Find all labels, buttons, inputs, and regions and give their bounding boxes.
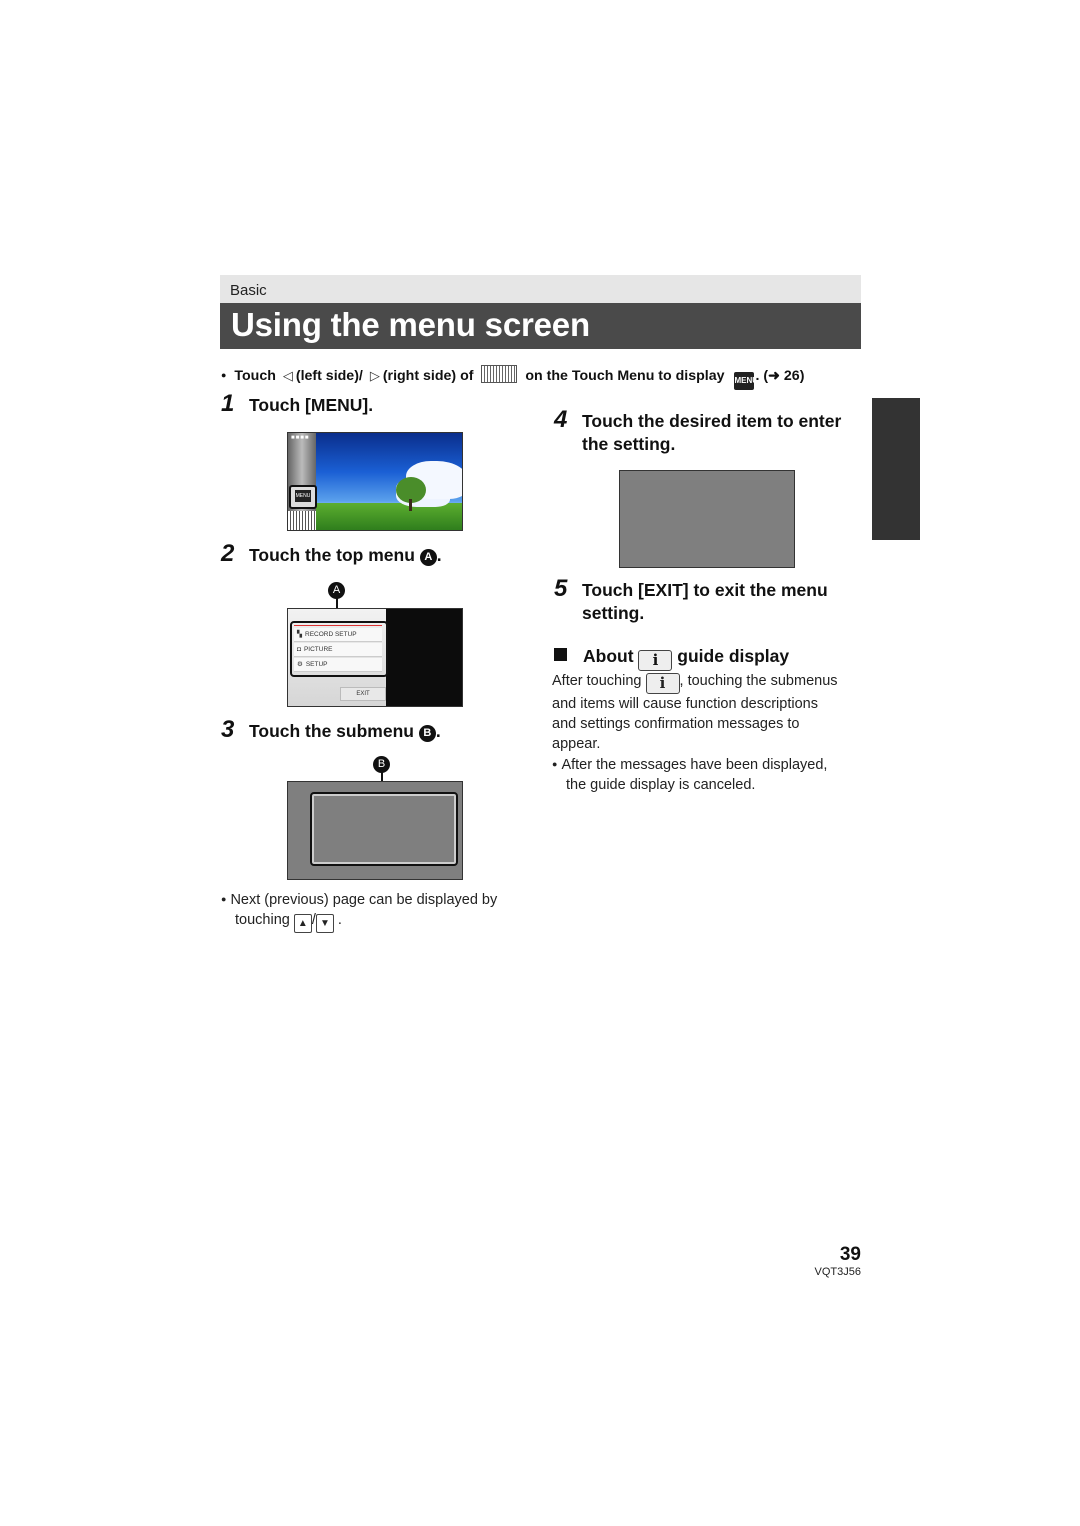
screen-submenu xyxy=(287,781,463,880)
step-number: 3 xyxy=(221,716,235,743)
intro-text: (left side)/ xyxy=(295,368,363,384)
highlight-frame xyxy=(290,621,388,677)
section-band: Basic xyxy=(220,275,861,303)
intro-note: ● Touch ◁ (left side)/ ▷ (right side) of o… xyxy=(221,365,861,390)
step-1: 1 Touch [MENU]. xyxy=(221,390,373,418)
step-2: 2 Touch the top menu A. xyxy=(221,540,442,568)
menu-icon: MENU xyxy=(734,372,758,390)
step-text: Touch [EXIT] to exit the menu xyxy=(582,580,828,600)
screen-setting-item xyxy=(619,470,795,568)
screen-touch-menu: ■■■■ MENU xyxy=(287,432,463,531)
page-down-icon: ▼ xyxy=(315,914,334,933)
submenu-frame[interactable] xyxy=(310,792,458,866)
step-text: Touch [MENU]. xyxy=(249,395,374,415)
guide-text: , touching the submenus xyxy=(679,673,838,689)
screen-top-menu: ▚ RECORD SETUP ◘ PICTURE ⚙ SETUP EXIT xyxy=(287,608,463,707)
step-5: 5 Touch [EXIT] to exit the menu setting. xyxy=(554,577,828,625)
guide-text: After the messages have been displayed, xyxy=(561,757,828,773)
page-reference: . (➜ 26) xyxy=(755,368,805,384)
exit-button[interactable]: EXIT xyxy=(340,687,386,701)
document-code: VQT3J56 xyxy=(814,1266,861,1278)
title-band: Using the menu screen xyxy=(220,303,861,349)
note-text: touching xyxy=(235,912,290,928)
guide-text: and items will cause function descriptio… xyxy=(552,696,818,712)
guide-text: and settings confirmation messages to xyxy=(552,716,800,732)
note-text: . xyxy=(337,912,342,928)
step-text: Touch the submenu xyxy=(249,721,414,741)
menu-button-label: MENU xyxy=(295,490,311,502)
step-number: 5 xyxy=(554,575,568,602)
page-up-icon: ▲ xyxy=(293,914,312,933)
bullet-icon: ● xyxy=(221,370,227,380)
step-text: Touch the top menu xyxy=(249,545,415,565)
info-icon: i xyxy=(638,650,673,671)
page-number: 39 xyxy=(839,1244,861,1265)
marker-a-icon: A xyxy=(419,549,437,566)
step-text: setting. xyxy=(582,603,645,623)
menu-button[interactable]: MENU xyxy=(289,485,317,509)
square-bullet-icon xyxy=(554,648,567,661)
guide-text: the guide display is canceled. xyxy=(566,777,756,793)
step-text: Touch the desired item to enter xyxy=(582,411,842,431)
menu-panel: ▚ RECORD SETUP ◘ PICTURE ⚙ SETUP EXIT xyxy=(288,609,388,706)
step-text: . xyxy=(435,721,441,741)
guide-heading: About i guide display xyxy=(554,646,789,671)
bullet-icon: ● xyxy=(221,894,227,904)
heading-text: guide display xyxy=(677,646,790,666)
note-text: Next (previous) page can be displayed by xyxy=(230,892,498,908)
step-text: the setting. xyxy=(582,434,676,454)
touch-menu-pager[interactable] xyxy=(288,511,316,530)
marker-a-icon: A xyxy=(328,582,345,599)
guide-text: After touching xyxy=(552,673,642,689)
intro-text: Touch xyxy=(234,368,276,384)
marker-b-icon: B xyxy=(373,756,390,773)
left-triangle-icon: ◁ xyxy=(282,368,293,383)
chapter-tab xyxy=(872,398,920,540)
step-number: 1 xyxy=(221,390,235,417)
intro-text: (right side) of xyxy=(382,368,474,384)
info-icon: i xyxy=(645,673,680,694)
touch-menu-pager-icon xyxy=(481,365,518,383)
step-4: 4 Touch the desired item to enter the set… xyxy=(554,408,841,456)
heading-text: About xyxy=(583,646,634,666)
status-dots: ■■■■ xyxy=(291,435,310,441)
section-label: Basic xyxy=(230,282,267,299)
step-number: 2 xyxy=(221,540,235,567)
bullet-icon: ● xyxy=(552,759,558,769)
guide-description: After touching i, touching the submenus … xyxy=(552,671,872,795)
marker-b-icon: B xyxy=(418,725,436,742)
right-triangle-icon: ▷ xyxy=(369,368,380,383)
guide-text: appear. xyxy=(552,736,601,752)
step-text: . xyxy=(436,545,442,565)
intro-text: on the Touch Menu to display xyxy=(525,368,725,384)
tree-trunk xyxy=(409,499,412,511)
page-navigation-note: ● Next (previous) page can be displayed b… xyxy=(221,889,541,933)
page-title: Using the menu screen xyxy=(231,306,590,343)
touch-menu-bar: ■■■■ MENU xyxy=(288,433,317,530)
step-3: 3 Touch the submenu B. xyxy=(221,716,441,744)
step-number: 4 xyxy=(554,406,568,433)
